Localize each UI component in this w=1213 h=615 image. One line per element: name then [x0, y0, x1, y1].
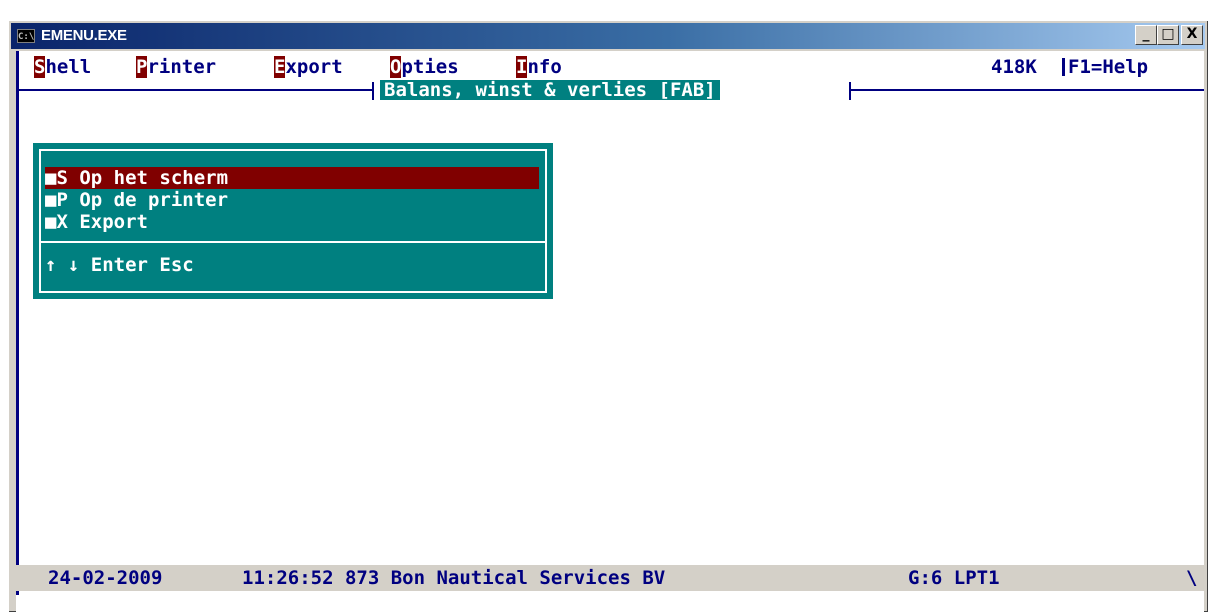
menu-printer[interactable]: Printer	[136, 56, 216, 78]
title-tick-right	[849, 82, 851, 100]
help-hint[interactable]: F1=Help	[1068, 56, 1148, 78]
status-corner: \	[1186, 567, 1198, 589]
option-op-het-scherm[interactable]: ■S Op het scherm	[45, 167, 539, 189]
menu-label: xport	[285, 56, 343, 78]
status-printer: G:6 LPT1	[908, 567, 1000, 589]
hotkey: I	[516, 56, 528, 78]
menu-export[interactable]: Export	[274, 56, 343, 78]
status-date: 24-02-2009	[48, 567, 163, 589]
option-op-de-printer[interactable]: ■P Op de printer	[45, 189, 539, 211]
menu-separator	[39, 241, 547, 243]
memory-indicator: 418K	[991, 56, 1037, 78]
help-divider	[1062, 58, 1065, 76]
title-rule-left	[19, 89, 372, 91]
status-time-company: 11:26:52 873 Bon Nautical Services BV	[242, 567, 666, 589]
status-bar: 24-02-2009 11:26:52 873 Bon Nautical Ser…	[16, 565, 1204, 591]
hotkey: E	[274, 56, 286, 78]
menu-label: hell	[45, 56, 92, 78]
output-menu: ■S Op het scherm ■P Op de printer ■X Exp…	[33, 143, 553, 299]
close-button[interactable]: X	[1181, 25, 1203, 45]
maximize-button[interactable]: □	[1157, 25, 1179, 45]
option-label: Export	[79, 211, 148, 233]
hotkey: P	[136, 56, 148, 78]
option-export[interactable]: ■X Export	[45, 211, 539, 233]
option-key: ■S	[45, 167, 68, 189]
hotkey: O	[390, 56, 402, 78]
hotkey: S	[34, 56, 46, 78]
console-icon[interactable]: C:\	[17, 29, 35, 43]
console-left-edge	[16, 51, 19, 614]
screen-title: Balans, winst & verlies [FAB]	[380, 80, 720, 100]
menu-label: rinter	[147, 56, 217, 78]
option-label: Op het scherm	[79, 167, 229, 189]
console-area[interactable]: Shell Printer Export Opties Info 418K F1…	[16, 51, 1204, 614]
window-title: EMENU.EXE	[41, 27, 127, 44]
option-key: ■P	[45, 189, 68, 211]
console-bottom-line	[16, 595, 1204, 614]
title-rule-right	[851, 89, 1204, 91]
menu-info[interactable]: Info	[516, 56, 562, 78]
option-label: Op de printer	[79, 189, 229, 211]
window-titlebar[interactable]: C:\ EMENU.EXE _ □ X	[11, 23, 1205, 49]
screen-title-row: Balans, winst & verlies [FAB]	[16, 80, 1204, 100]
title-tick-left	[372, 82, 374, 100]
menu-bar: Shell Printer Export Opties Info 418K F1…	[16, 56, 1204, 78]
option-key: ■X	[45, 211, 68, 233]
menu-label: nfo	[527, 56, 562, 78]
menu-shell[interactable]: Shell	[34, 56, 91, 78]
menu-label: pties	[401, 56, 459, 78]
key-hints: ↑ ↓ Enter Esc	[45, 254, 194, 276]
minimize-button[interactable]: _	[1135, 25, 1157, 45]
console-window: C:\ EMENU.EXE _ □ X Shell Printer Export…	[8, 20, 1208, 614]
menu-opties[interactable]: Opties	[390, 56, 459, 78]
